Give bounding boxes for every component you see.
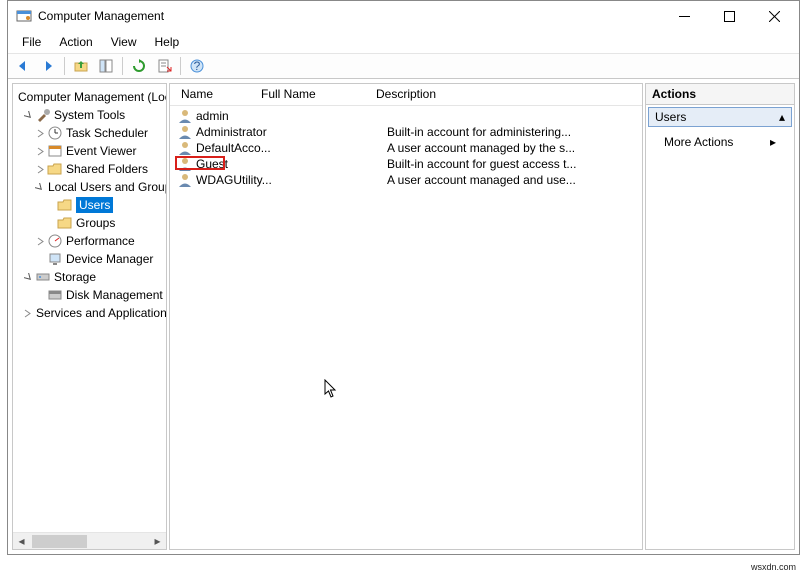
forward-button[interactable] [37, 55, 59, 77]
folder-icon [57, 215, 73, 231]
tree-disk-management[interactable]: Disk Management [13, 286, 166, 304]
event-icon [47, 143, 63, 159]
list-item[interactable]: admin [172, 108, 640, 124]
expand-icon[interactable] [35, 146, 46, 157]
column-description[interactable]: Description [370, 84, 642, 105]
toolbar-separator [64, 57, 65, 75]
device-icon [47, 251, 63, 267]
actions-pane: Actions Users ▴ More Actions ▸ [645, 83, 795, 550]
menu-action[interactable]: Action [51, 33, 100, 51]
up-folder-button[interactable] [70, 55, 92, 77]
performance-icon [47, 233, 63, 249]
toolbar-separator [180, 57, 181, 75]
back-button[interactable] [12, 55, 34, 77]
tree-storage[interactable]: Storage [13, 268, 166, 286]
export-list-button[interactable] [153, 55, 175, 77]
user-name: WDAGUtility... [196, 173, 272, 187]
submenu-arrow-icon: ▸ [770, 135, 776, 149]
user-name: Administrator [196, 125, 272, 139]
user-description: A user account managed by the s... [387, 141, 640, 155]
tree-local-users-groups[interactable]: Local Users and Groups [13, 178, 166, 196]
scroll-right-icon[interactable]: ▸ [149, 534, 166, 549]
user-name: Guest [196, 157, 272, 171]
clock-icon [47, 125, 63, 141]
tree-root[interactable]: Computer Management (Local [13, 88, 166, 106]
column-headers: Name Full Name Description [170, 84, 642, 106]
expand-icon[interactable] [23, 308, 32, 319]
list-item[interactable]: Administrator Built-in account for admini… [172, 124, 640, 140]
toolbar: ? [8, 53, 799, 79]
more-actions[interactable]: More Actions ▸ [646, 131, 794, 153]
column-fullname[interactable]: Full Name [255, 84, 370, 105]
user-icon [177, 172, 193, 188]
tree-users[interactable]: Users [13, 196, 166, 214]
user-description: Built-in account for guest access t... [387, 157, 640, 171]
actions-header: Actions [646, 84, 794, 105]
help-button[interactable]: ? [186, 55, 208, 77]
user-icon [177, 156, 193, 172]
tree-system-tools[interactable]: System Tools [13, 106, 166, 124]
expand-icon[interactable] [35, 128, 46, 139]
storage-icon [35, 269, 51, 285]
menu-file[interactable]: File [14, 33, 49, 51]
user-description: Built-in account for administering... [387, 125, 640, 139]
tree-event-viewer[interactable]: Event Viewer [13, 142, 166, 160]
refresh-button[interactable] [128, 55, 150, 77]
toolbar-separator [122, 57, 123, 75]
tree-device-manager[interactable]: Device Manager [13, 250, 166, 268]
actions-section[interactable]: Users ▴ [648, 107, 792, 127]
menu-help[interactable]: Help [147, 33, 188, 51]
svg-text:?: ? [194, 59, 201, 73]
tools-icon [35, 107, 51, 123]
show-hide-tree-button[interactable] [95, 55, 117, 77]
list-item[interactable]: Guest Built-in account for guest access t… [172, 156, 640, 172]
collapse-icon[interactable] [23, 110, 34, 121]
window-title: Computer Management [38, 9, 662, 23]
user-icon [177, 124, 193, 140]
tree-shared-folders[interactable]: Shared Folders [13, 160, 166, 178]
shared-folder-icon [47, 161, 63, 177]
menu-view[interactable]: View [103, 33, 145, 51]
list-pane: Name Full Name Description adminAdminist… [169, 83, 643, 550]
user-name: admin [196, 109, 272, 123]
expand-icon[interactable] [35, 236, 46, 247]
tree-pane: Computer Management (Local System Tools … [12, 83, 167, 550]
tree-services-apps[interactable]: Services and Applications [13, 304, 166, 322]
title-bar[interactable]: Computer Management [8, 1, 799, 31]
watermark: wsxdn.com [751, 562, 796, 572]
collapse-icon[interactable] [35, 182, 44, 193]
collapse-arrow-icon: ▴ [779, 110, 785, 124]
tree-groups[interactable]: Groups [13, 214, 166, 232]
menu-bar: File Action View Help [8, 31, 799, 53]
user-icon [177, 108, 193, 124]
app-icon [16, 8, 32, 24]
list-item[interactable]: WDAGUtility... A user account managed and… [172, 172, 640, 188]
actions-section-label: Users [655, 110, 686, 124]
close-button[interactable] [752, 1, 797, 31]
tree-performance[interactable]: Performance [13, 232, 166, 250]
collapse-icon[interactable] [23, 272, 34, 283]
minimize-button[interactable] [662, 1, 707, 31]
scroll-left-icon[interactable]: ◂ [13, 534, 30, 549]
disk-icon [47, 287, 63, 303]
expand-icon[interactable] [35, 164, 46, 175]
scroll-thumb[interactable] [32, 535, 87, 548]
tree-horizontal-scrollbar[interactable]: ◂ ▸ [13, 532, 166, 549]
list-item[interactable]: DefaultAcco... A user account managed by … [172, 140, 640, 156]
user-name: DefaultAcco... [196, 141, 272, 155]
tree-task-scheduler[interactable]: Task Scheduler [13, 124, 166, 142]
user-icon [177, 140, 193, 156]
window-frame: Computer Management File Action View Hel… [7, 0, 800, 555]
more-actions-label: More Actions [664, 135, 733, 149]
user-description: A user account managed and use... [387, 173, 640, 187]
folder-icon [57, 197, 73, 213]
maximize-button[interactable] [707, 1, 752, 31]
column-name[interactable]: Name [175, 84, 255, 105]
